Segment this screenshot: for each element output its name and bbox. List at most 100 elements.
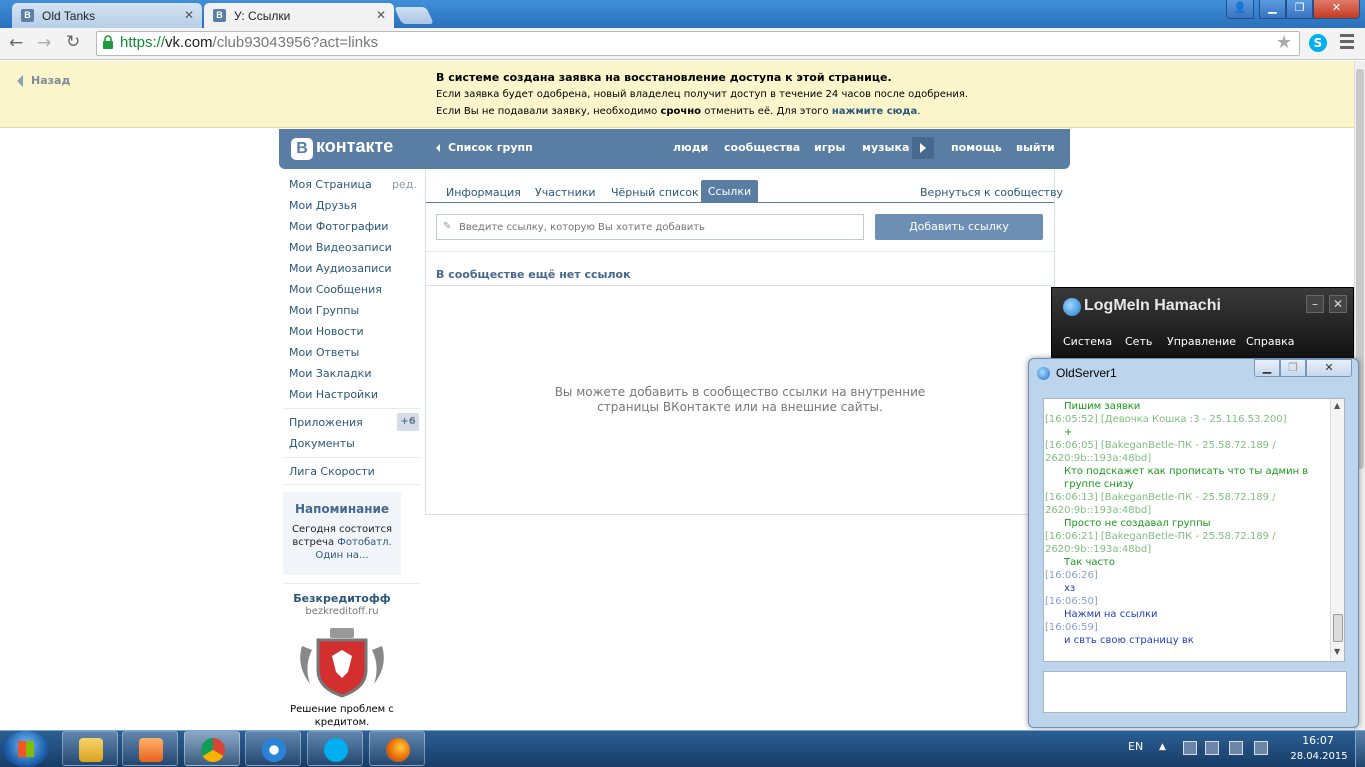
taskbar-firefox[interactable] (369, 731, 425, 766)
close-tab-icon[interactable]: ✕ (376, 8, 386, 22)
nav-people[interactable]: люди (673, 141, 708, 154)
menu-my-settings[interactable]: Мои Настройки (289, 388, 378, 401)
tab-blacklist[interactable]: Чёрный список (611, 186, 699, 199)
return-to-community-link[interactable]: Вернуться к сообществу (920, 186, 1063, 199)
user-profile-icon[interactable]: 👤 (1226, 0, 1254, 19)
menu-my-news[interactable]: Мои Новости (289, 325, 364, 338)
skype-icon[interactable]: S (1309, 34, 1327, 52)
taskbar-hamachi[interactable] (245, 731, 301, 766)
show-desktop-button[interactable] (1355, 731, 1365, 767)
divider (426, 285, 1054, 286)
menu-my-bookmarks[interactable]: Мои Закладки (289, 367, 371, 380)
menu-edit-link[interactable]: ред. (392, 178, 417, 191)
forward-arrow-icon[interactable]: → (37, 33, 51, 53)
vk-favicon-icon: В (213, 9, 226, 22)
window-restore-button[interactable]: ❐ (1286, 0, 1313, 19)
tab-links[interactable]: Ссылки (701, 180, 758, 203)
vk-logo-text[interactable]: контакте (316, 136, 393, 157)
hamachi-menu-system[interactable]: Система (1063, 335, 1112, 348)
taskbar-explorer[interactable] (62, 731, 118, 766)
menu-my-photos[interactable]: Мои Фотографии (289, 220, 388, 233)
close-tab-icon[interactable]: ✕ (184, 8, 194, 22)
skype-icon (324, 738, 348, 762)
nav-communities[interactable]: сообщества (724, 141, 800, 154)
window-close-button[interactable]: ✕ (1313, 0, 1360, 19)
url-text: https://vk.com/club93043956?act=links (120, 34, 378, 51)
menu-my-groups[interactable]: Мои Группы (289, 304, 359, 317)
tab-label: Old Tanks (42, 8, 96, 23)
start-icon[interactable] (3, 731, 49, 767)
back-arrow-icon[interactable]: ← (9, 33, 23, 53)
hamachi-menu-manage[interactable]: Управление (1167, 335, 1236, 348)
browser-tab-old-tanks[interactable]: В Old Tanks ✕ (12, 3, 202, 28)
banner-text: . (917, 106, 921, 117)
taskbar-skype[interactable] (307, 731, 363, 766)
nav-help[interactable]: помощь (951, 141, 1002, 154)
back-link[interactable]: Назад (17, 74, 70, 87)
tab-members[interactable]: Участники (535, 186, 596, 199)
menu-icon[interactable] (1340, 34, 1354, 50)
banner-line-2: Если заявка будет одобрена, новый владел… (436, 89, 969, 100)
chat-timestamp: [16:06:50] (1045, 596, 1098, 607)
hamachi-icon (262, 738, 286, 762)
language-indicator[interactable]: EN (1128, 740, 1143, 753)
nav-games[interactable]: игры (814, 141, 845, 154)
vk-logo-icon[interactable]: В (291, 138, 313, 160)
add-link-button[interactable]: Добавить ссылку (875, 214, 1043, 240)
hamachi-menu-network[interactable]: Сеть (1125, 335, 1152, 348)
menu-my-friends[interactable]: Мои Друзья (289, 199, 357, 212)
chat-maximize-button[interactable]: ❐ (1280, 359, 1306, 377)
hamachi-logo-icon (1063, 298, 1081, 316)
scroll-up-icon[interactable]: ▲ (1334, 401, 1340, 410)
tray-monitor-icon[interactable] (1229, 741, 1243, 755)
menu-documents[interactable]: Документы (289, 437, 355, 450)
chat-timestamp: [16:06:13] [BakeganBetle-ПК - 25.58.72.1… (1045, 492, 1276, 503)
chat-message-input[interactable] (1043, 671, 1347, 713)
explorer-icon (79, 738, 103, 762)
tray-device-icon[interactable] (1205, 741, 1219, 755)
tray-expand-icon[interactable]: ▲ (1159, 742, 1166, 752)
menu-my-answers[interactable]: Мои Ответы (289, 346, 359, 359)
nav-logout[interactable]: выйти (1016, 141, 1055, 154)
hamachi-minimize-button[interactable]: – (1306, 295, 1324, 313)
link-input[interactable] (437, 215, 863, 239)
tray-network-icon[interactable] (1183, 741, 1197, 755)
star-icon[interactable]: ★ (1276, 32, 1292, 53)
chat-scroll-thumb[interactable] (1333, 614, 1343, 642)
menu-apps[interactable]: Приложения (289, 416, 363, 429)
ad-text[interactable]: Решение проблем с кредитом. (283, 703, 401, 729)
chat-title: OldServer1 (1056, 366, 1117, 380)
clock-date[interactable]: 28.04.2015 (1286, 751, 1352, 762)
cancel-request-link[interactable]: нажмите сюда (832, 106, 917, 117)
taskbar-media-player[interactable] (122, 731, 178, 766)
link-input-wrapper[interactable] (436, 214, 864, 240)
chat-minimize-button[interactable]: ▁ (1254, 359, 1280, 377)
menu-my-audio[interactable]: Мои Аудиозаписи (289, 262, 392, 275)
chat-close-button[interactable]: ✕ (1306, 359, 1352, 377)
menu-divider (283, 484, 420, 485)
tray-volume-icon[interactable] (1254, 741, 1268, 755)
ad-url[interactable]: bezkreditoff.ru (283, 606, 401, 617)
group-list-link[interactable]: Список групп (436, 141, 533, 154)
taskbar-chrome[interactable] (184, 731, 240, 766)
menu-speed-league[interactable]: Лига Скорости (289, 465, 375, 478)
reload-icon[interactable]: ↻ (66, 32, 80, 52)
hamachi-close-button[interactable]: ✕ (1329, 295, 1347, 313)
play-icon[interactable] (912, 137, 934, 159)
hamachi-chat-icon (1037, 367, 1050, 380)
apps-count-badge[interactable]: +6 (397, 413, 419, 431)
ad-title[interactable]: Безкредитофф (283, 592, 401, 605)
browser-tab-links[interactable]: В У: Ссылки ✕ (204, 3, 394, 28)
clock-time[interactable]: 16:07 (1298, 734, 1338, 747)
scroll-down-icon[interactable]: ▼ (1334, 647, 1340, 656)
hamachi-menu-help[interactable]: Справка (1246, 335, 1294, 348)
chat-scrollbar[interactable]: ▲ ▼ (1330, 399, 1344, 661)
tab-info[interactable]: Информация (446, 186, 521, 199)
menu-my-messages[interactable]: Мои Сообщения (289, 283, 382, 296)
nav-music[interactable]: музыка (862, 141, 909, 154)
window-minimize-button[interactable]: ▁ (1259, 0, 1286, 19)
reminder-title[interactable]: Напоминание (283, 502, 401, 516)
menu-my-videos[interactable]: Мои Видеозаписи (289, 241, 392, 254)
ad-emblem-icon[interactable] (296, 626, 388, 698)
menu-my-page[interactable]: Моя Страница (289, 178, 372, 191)
